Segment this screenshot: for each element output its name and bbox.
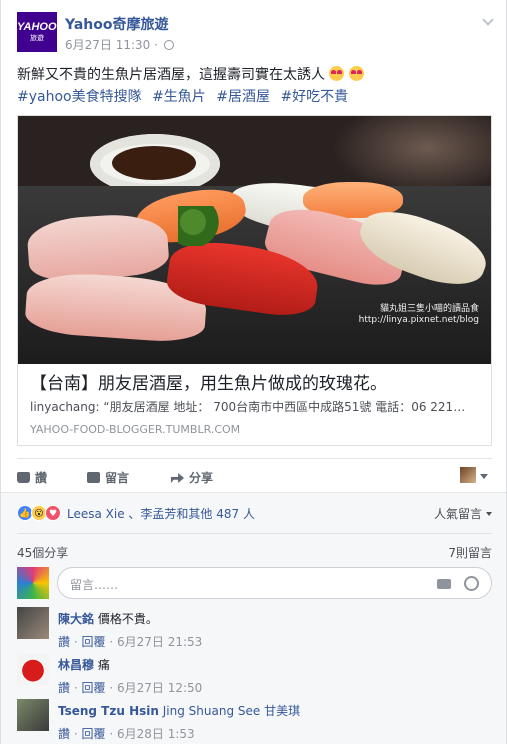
my-avatar	[17, 567, 49, 599]
link-preview[interactable]: 貓丸姐三隻小喵的讀品食 http://linya.pixnet.net/blog…	[17, 115, 492, 446]
comment-body: Tseng Tzu Hsin Jing Shuang See 甘美琪	[58, 702, 300, 719]
share-button[interactable]: 分享	[171, 469, 213, 486]
comment-time[interactable]: 6月27日 12:50	[117, 681, 202, 695]
comment-button[interactable]: 留言	[87, 469, 129, 486]
counts-row: 45個分享 7則留言	[17, 533, 492, 561]
comment-sort-dropdown[interactable]: 人氣留言	[434, 505, 492, 522]
sort-label: 人氣留言	[433, 507, 482, 521]
separator: ·	[109, 681, 114, 695]
share-count[interactable]: 45個分享	[17, 546, 68, 560]
comment-text: 價格不貴。	[97, 612, 158, 626]
comment-reply-link[interactable]: 回覆	[82, 681, 106, 695]
post-as-selector[interactable]	[460, 467, 490, 485]
heart-eyes-emoji-icon	[348, 66, 364, 81]
commenter-name[interactable]: Tseng Tzu Hsin	[58, 704, 159, 718]
comment-reply-link[interactable]: 回覆	[82, 727, 106, 741]
reaction-names[interactable]: Leesa Xie 、李孟芳和其他 487 人	[67, 505, 255, 522]
comment-actions: 讚 · 回覆 · 6月27日 21:53	[58, 633, 202, 650]
comment-icon	[87, 472, 100, 483]
hashtag[interactable]: #好吃不貴	[280, 89, 348, 105]
comment-like-link[interactable]: 讚	[58, 681, 70, 695]
post-header: YAHOO! 旅遊 Yahoo奇摩旅遊 6月27日 11:30 ·	[17, 12, 494, 56]
link-info[interactable]: 【台南】朋友居酒屋，用生魚片做成的玫瑰花。 linyachang: “朋友居酒屋…	[18, 364, 491, 445]
comment-item: 陳大銘 價格不貴。 讚 · 回覆 · 6月27日 21:53	[17, 607, 492, 651]
camera-icon[interactable]	[437, 579, 451, 589]
watermark-line: 貓丸姐三隻小喵的讀品食	[379, 304, 479, 314]
logo-text: YAHOO!	[17, 21, 61, 33]
photo-watermark: 貓丸姐三隻小喵的讀品食 http://linya.pixnet.net/blog	[359, 304, 479, 326]
caret-down-icon	[480, 474, 488, 479]
commenter-avatar[interactable]	[17, 653, 49, 685]
feedback-section: 👍 😮 ♥ Leesa Xie 、李孟芳和其他 487 人 人氣留言 45個分享…	[1, 492, 506, 744]
hashtags: #yahoo美食特搜隊 #生魚片 #居酒屋 #好吃不貴	[17, 86, 492, 108]
viewer-avatar	[460, 467, 476, 483]
link-title[interactable]: 【台南】朋友居酒屋，用生魚片做成的玫瑰花。	[30, 372, 479, 396]
action-bar: 讚 留言 分享	[17, 458, 492, 492]
comment-actions: 讚 · 回覆 · 6月27日 12:50	[58, 679, 202, 696]
link-description: linyachang: “朋友居酒屋 地址： 700台南市中西區中成路51號 電…	[30, 400, 466, 414]
logo-sub: 旅遊	[30, 35, 44, 42]
commenter-avatar[interactable]	[17, 607, 49, 639]
comment-time[interactable]: 6月28日 1:53	[117, 727, 195, 741]
hashtag[interactable]: #yahoo美食特搜隊	[17, 89, 142, 105]
thumbs-up-icon	[17, 472, 30, 483]
share-arrow-icon	[171, 473, 184, 483]
like-button[interactable]: 讚	[17, 469, 47, 486]
comment-composer: 留言……	[17, 567, 492, 601]
separator: ·	[73, 681, 78, 695]
commenter-avatar[interactable]	[17, 699, 49, 731]
share-label: 分享	[189, 471, 214, 485]
soy-sauce	[112, 146, 196, 180]
post-meta: 6月27日 11:30 ·	[65, 36, 174, 53]
post-text: 新鮮又不貴的生魚片居酒屋，這握壽司實在太誘人	[17, 67, 325, 83]
separator: ·	[154, 38, 158, 52]
comment-text: 痛	[97, 658, 110, 672]
like-label: 讚	[35, 471, 48, 485]
separator: ·	[73, 727, 78, 741]
comment-placeholder: 留言……	[70, 578, 119, 592]
comment-input[interactable]: 留言……	[57, 567, 492, 599]
comment-reply-link[interactable]: 回覆	[82, 635, 106, 649]
post-card: YAHOO! 旅遊 Yahoo奇摩旅遊 6月27日 11:30 · 新鮮又不貴的…	[0, 0, 507, 744]
hashtag[interactable]: #生魚片	[152, 89, 206, 105]
post-body: 新鮮又不貴的生魚片居酒屋，這握壽司實在太誘人 #yahoo美食特搜隊 #生魚片 …	[17, 64, 492, 108]
hashtag[interactable]: #居酒屋	[216, 89, 270, 105]
commenter-name[interactable]: 陳大銘	[58, 612, 94, 626]
page-avatar[interactable]: YAHOO! 旅遊	[17, 12, 61, 52]
page-name[interactable]: Yahoo奇摩旅遊	[65, 14, 169, 34]
caret-down-icon	[486, 512, 492, 516]
globe-icon	[163, 40, 174, 50]
reactions-row: 👍 😮 ♥ Leesa Xie 、李孟芳和其他 487 人 人氣留言	[17, 503, 492, 525]
link-domain: YAHOO-FOOD-BLOGGER.TUMBLR.COM	[30, 423, 241, 436]
comment-mentions[interactable]: Jing Shuang See 甘美琪	[163, 704, 300, 718]
comment-like-link[interactable]: 讚	[58, 727, 70, 741]
comment-count[interactable]: 7則留言	[448, 544, 492, 561]
emoji-icon[interactable]	[464, 576, 479, 591]
love-reaction-icon: ♥	[45, 505, 61, 521]
comment-like-link[interactable]: 讚	[58, 635, 70, 649]
comment-item: Tseng Tzu Hsin Jing Shuang See 甘美琪 讚 · 回…	[17, 699, 492, 743]
chevron-down-icon[interactable]	[482, 14, 494, 26]
comment-body: 陳大銘 價格不貴。	[58, 610, 158, 627]
comment-actions: 讚 · 回覆 · 6月28日 1:53	[58, 725, 195, 742]
comment-item: 林昌穆 痛 讚 · 回覆 · 6月27日 12:50	[17, 653, 492, 697]
separator: ·	[109, 727, 114, 741]
separator: ·	[73, 635, 78, 649]
heart-eyes-emoji-icon	[329, 66, 345, 81]
comment-body: 林昌穆 痛	[58, 656, 110, 673]
commenter-name[interactable]: 林昌穆	[58, 658, 94, 672]
comment-label: 留言	[105, 471, 130, 485]
parsley-garnish	[178, 206, 228, 246]
comment-time[interactable]: 6月27日 21:53	[117, 635, 202, 649]
separator: ·	[109, 635, 114, 649]
post-date[interactable]: 6月27日 11:30	[65, 38, 150, 52]
sushi-photo[interactable]: 貓丸姐三隻小喵的讀品食 http://linya.pixnet.net/blog	[18, 116, 491, 364]
watermark-line: http://linya.pixnet.net/blog	[358, 315, 479, 325]
